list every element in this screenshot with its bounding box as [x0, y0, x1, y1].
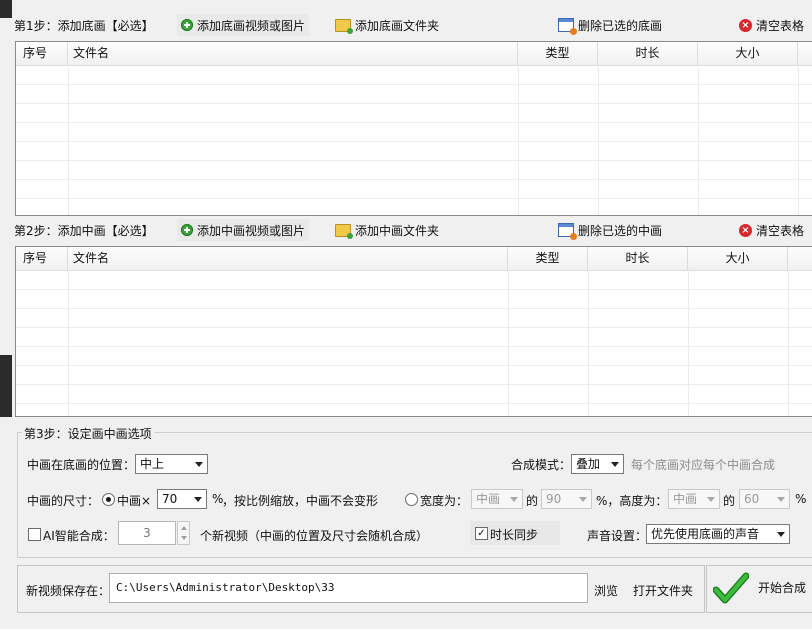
clear-icon: × [739, 223, 752, 237]
add-overlay-folder-label: 添加中画文件夹 [355, 223, 440, 238]
window-edge-top [0, 0, 12, 18]
scale-select[interactable]: 70 [157, 489, 207, 509]
green-check-icon [713, 572, 749, 604]
mode-select[interactable]: 叠加 [571, 454, 624, 474]
position-select[interactable]: 中上 [135, 454, 208, 474]
overlay-table-header: 序号 文件名 类型 时长 大小 [16, 247, 812, 271]
height-ref-value: 中画 [673, 492, 698, 506]
save-location-label: 新视频保存在： [26, 584, 111, 598]
col-header-type[interactable]: 类型 [508, 247, 588, 270]
delete-selected-base-label: 删除已选的底画 [578, 18, 663, 33]
duration-sync-area[interactable]: ✓ 时长同步 [470, 521, 560, 545]
clear-base-table-button[interactable]: × 清空表格 [735, 14, 808, 36]
browse-button[interactable]: 浏览 [594, 582, 618, 599]
add-base-folder-button[interactable]: 添加底画文件夹 [331, 14, 443, 36]
width-of-label: 的 [526, 494, 539, 508]
add-icon [181, 224, 193, 236]
chevron-down-icon [777, 497, 785, 502]
ai-hint: 个新视频（中画的位置及尺寸会随机合成） [200, 529, 429, 543]
delete-selected-overlay-button[interactable]: 删除已选的中画 [554, 219, 666, 241]
clear-base-table-label: 清空表格 [756, 18, 805, 33]
height-pct-value: 60 [744, 492, 760, 506]
add-base-folder-label: 添加底画文件夹 [355, 18, 440, 33]
step1-label: 第1步：添加底画【必选】 [14, 19, 154, 33]
height-percent: % [795, 492, 807, 506]
sound-value: 优先使用底画的声音 [651, 527, 760, 541]
col-header-size[interactable]: 大小 [698, 42, 798, 65]
width-pct-select[interactable]: 90 [541, 489, 592, 509]
col-header-index[interactable]: 序号 [16, 42, 68, 65]
ai-compose-label: AI智能合成： [43, 529, 115, 543]
chevron-down-icon [611, 462, 619, 467]
step2-label: 第2步：添加中画【必选】 [14, 224, 154, 238]
delete-selected-base-button[interactable]: 删除已选的底画 [554, 14, 666, 36]
add-overlay-video-label: 添加中画视频或图片 [197, 223, 306, 238]
duration-sync-label: 时长同步 [490, 528, 539, 542]
scale-hint: ，按比例缩放，中画不会变形 [222, 494, 379, 508]
folder-add-icon [335, 223, 353, 239]
mode-hint: 每个底画对应每个中画合成 [631, 458, 776, 472]
sound-select[interactable]: 优先使用底画的声音 [646, 524, 790, 544]
ai-count-input[interactable]: 3 [118, 521, 176, 545]
clear-overlay-table-label: 清空表格 [756, 223, 805, 238]
ai-count-stepper[interactable] [177, 521, 190, 545]
position-label: 中画在底画的位置： [27, 458, 136, 472]
delete-window-icon [558, 18, 577, 35]
col-header-type[interactable]: 类型 [518, 42, 598, 65]
scale-value: 70 [162, 492, 178, 506]
add-overlay-video-button[interactable]: 添加中画视频或图片 [177, 219, 310, 241]
clear-icon: × [739, 18, 752, 32]
height-of-label: 的 [723, 494, 736, 508]
base-table-header: 序号 文件名 类型 时长 大小 [16, 42, 812, 66]
size-label: 中画的尺寸： [27, 494, 100, 508]
add-icon [181, 19, 193, 31]
ai-count-value: 3 [143, 526, 151, 540]
width-option-radio[interactable] [405, 493, 418, 506]
chevron-down-icon [194, 497, 202, 502]
height-pct-select[interactable]: 60 [739, 489, 790, 509]
chevron-down-icon [777, 532, 785, 537]
add-overlay-folder-button[interactable]: 添加中画文件夹 [331, 219, 443, 241]
col-header-size[interactable]: 大小 [688, 247, 788, 270]
chevron-down-icon [579, 497, 587, 502]
width-ref-value: 中画 [476, 492, 501, 506]
sound-label: 声音设置： [587, 529, 648, 543]
save-path-value: C:\Users\Administrator\Desktop\33 [116, 581, 335, 594]
step3-title: 第3步：设定画中画选项 [22, 425, 154, 442]
col-header-duration[interactable]: 时长 [588, 247, 688, 270]
chevron-down-icon [707, 497, 715, 502]
folder-add-icon [335, 18, 353, 34]
width-pct-value: 90 [546, 492, 562, 506]
clear-overlay-table-button[interactable]: × 清空表格 [735, 219, 808, 241]
delete-selected-overlay-label: 删除已选的中画 [578, 223, 663, 238]
width-ref-select[interactable]: 中画 [471, 489, 523, 509]
window-edge-middle [0, 355, 12, 417]
start-compose-label: 开始合成 [758, 581, 807, 595]
chevron-down-icon [195, 462, 203, 467]
col-header-filename[interactable]: 文件名 [68, 247, 508, 270]
open-folder-button[interactable]: 打开文件夹 [633, 582, 693, 599]
duration-sync-checkbox[interactable]: ✓ [475, 527, 488, 540]
height-ref-select[interactable]: 中画 [668, 489, 720, 509]
ai-compose-checkbox[interactable] [28, 528, 41, 541]
mode-value: 叠加 [576, 457, 601, 471]
overlay-file-table[interactable]: 序号 文件名 类型 时长 大小 [15, 246, 812, 417]
base-file-table[interactable]: 序号 文件名 类型 时长 大小 [15, 41, 812, 216]
col-header-filename[interactable]: 文件名 [68, 42, 518, 65]
save-path-input[interactable]: C:\Users\Administrator\Desktop\33 [109, 573, 588, 603]
delete-window-icon [558, 223, 577, 240]
position-value: 中上 [140, 457, 165, 471]
scale-option-label: 中画× [117, 494, 152, 508]
col-header-duration[interactable]: 时长 [598, 42, 698, 65]
width-option-label: 宽度为： [420, 494, 469, 508]
chevron-down-icon [510, 497, 518, 502]
start-compose-button[interactable]: 开始合成 [706, 565, 812, 613]
col-header-index[interactable]: 序号 [16, 247, 68, 270]
mode-label: 合成模式： [511, 458, 572, 472]
add-base-video-label: 添加底画视频或图片 [197, 18, 306, 33]
scale-option-radio[interactable] [102, 493, 115, 506]
height-label: %，高度为： [596, 494, 668, 508]
add-base-video-button[interactable]: 添加底画视频或图片 [177, 14, 310, 36]
